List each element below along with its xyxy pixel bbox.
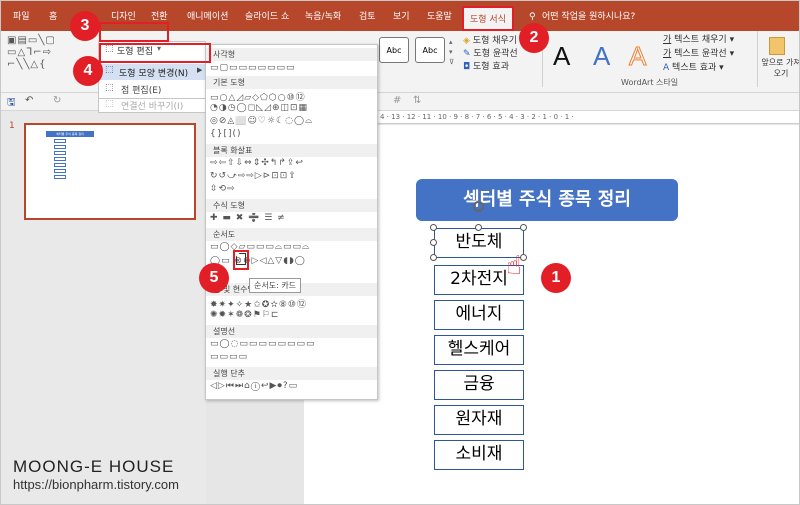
gallery-row-action-buttons[interactable]: ◁▷⏮⏭⌂ⓘ↩▶⏺?▭ xyxy=(210,381,375,391)
sector-box-materials[interactable]: 원자재 xyxy=(434,405,524,435)
sector-box-consumer[interactable]: 소비재 xyxy=(434,440,524,470)
gallery-section-block-arrows: 블록 화살표 xyxy=(206,144,377,157)
gallery-row-basic-1[interactable]: ▭○△◿▱◇⬠⬡○⑩⑫ xyxy=(210,90,375,103)
thumb-box xyxy=(54,151,66,155)
thumb-box xyxy=(54,175,66,179)
flowchart-card-tooltip: 순서도: 카드 xyxy=(249,278,302,293)
gallery-section-rectangles: 사각형 xyxy=(206,48,377,61)
gallery-row-arrows-1[interactable]: ⇨⇦⇧⇩⇔⇕✣↰↱⇪↩ xyxy=(210,158,375,168)
resize-handle[interactable] xyxy=(430,254,437,261)
slide-thumbnail-pane: 1 섹터별 주식 종목 정리 xyxy=(1,111,206,504)
tab-view[interactable]: 보기 xyxy=(393,9,410,25)
sector-box-finance[interactable]: 금융 xyxy=(434,370,524,400)
thumb-title: 섹터별 주식 종목 정리 xyxy=(46,131,94,137)
redo-icon[interactable]: ↻ xyxy=(53,95,61,106)
powerpoint-window: 파일 홈 디자인 전환 애니메이션 슬라이드 쇼 녹음/녹화 검토 보기 도움말… xyxy=(0,0,800,505)
tab-shape-format[interactable]: 도형 서식 xyxy=(462,6,514,31)
toolbar-more-icon[interactable]: # xyxy=(393,95,401,106)
resize-handle[interactable] xyxy=(430,224,437,231)
resize-handle[interactable] xyxy=(475,224,482,231)
shape-gallery-dropdown: 사각형 ▭▢▭▭▭▭▭▭▭ 기본 도형 ▭○△◿▱◇⬠⬡○⑩⑫ ◔◑◷◯◻◺◿⊕… xyxy=(205,44,378,400)
tab-slideshow[interactable]: 슬라이드 쇼 xyxy=(245,9,289,25)
reroute-icon: ⬚ xyxy=(105,99,114,109)
watermark-name: MOONG-E HOUSE xyxy=(13,457,175,476)
watermark: MOONG-E HOUSE https://bionpharm.tistory.… xyxy=(13,457,179,492)
slide-thumbnail-1[interactable]: 섹터별 주식 종목 정리 xyxy=(24,123,196,220)
thumb-box xyxy=(54,139,66,143)
change-shape-label: 도형 모양 변경(N) xyxy=(119,69,189,79)
thumb-box xyxy=(54,163,66,167)
thumb-box xyxy=(54,169,66,173)
submenu-arrow-icon: ▶ xyxy=(197,66,203,74)
gallery-section-basic: 기본 도형 xyxy=(206,76,377,89)
gallery-row-callouts-2[interactable]: ▭▭▭▭ xyxy=(210,352,375,362)
gallery-section-flowchart: 순서도 xyxy=(206,228,377,241)
tab-file[interactable]: 파일 xyxy=(13,9,30,25)
gallery-row-stars-1[interactable]: ✸✷✦✧★✩✪✫⑧⑩⑫ xyxy=(210,297,375,310)
tab-review[interactable]: 검토 xyxy=(359,9,376,25)
gallery-section-action-buttons: 실행 단추 xyxy=(206,367,377,380)
step-badge-3: 3 xyxy=(70,11,100,41)
edit-points-label: 점 편집(E) xyxy=(121,86,162,96)
gallery-row-arrows-2[interactable]: ↻↺⤻⇨⇨▷⊳⊡⊡⇧ xyxy=(210,171,375,181)
ribbon-divider-2 xyxy=(757,31,758,87)
watermark-url: https://bionpharm.tistory.com xyxy=(13,477,179,492)
toolbar-customize-icon[interactable]: ⇅ xyxy=(413,95,421,106)
wordart-style-blue[interactable]: A xyxy=(593,41,610,72)
resize-handle[interactable] xyxy=(430,239,437,246)
step-badge-5: 5 xyxy=(199,263,229,293)
hand-cursor-icon: ☝ xyxy=(506,251,522,281)
slide-title-box[interactable]: 섹터별 주식 종목 정리 xyxy=(416,179,678,221)
tell-me-input[interactable]: 어떤 작업을 원하시나요? xyxy=(542,9,635,25)
undo-icon[interactable]: ↶ xyxy=(25,95,33,106)
reroute-label: 연결선 바꾸기(I) xyxy=(121,102,184,112)
text-outline-button[interactable]: 가 텍스트 윤곽선 ▾ xyxy=(663,47,734,61)
thumb-box xyxy=(54,157,66,161)
slide-number: 1 xyxy=(9,121,15,131)
highlight-change-shape xyxy=(99,43,211,63)
shape-style-scroll[interactable]: ▴ ▾ ⊽ xyxy=(449,37,457,67)
highlight-edit-shape xyxy=(99,22,169,42)
tab-record[interactable]: 녹음/녹화 xyxy=(305,9,341,25)
gallery-row-basic-4[interactable]: {}[]() xyxy=(210,129,375,139)
tab-help[interactable]: 도움말 xyxy=(427,9,452,25)
change-shape-icon: ⬚ xyxy=(105,65,114,75)
gallery-row-equation[interactable]: ✚ ▬ ✖ ➗ ☰ ≠ xyxy=(210,213,375,223)
save-icon[interactable]: 🖫 xyxy=(7,95,16,112)
gallery-row-arrows-3[interactable]: ⇳⟲⇨ xyxy=(210,184,375,194)
sector-box-healthcare[interactable]: 헬스케어 xyxy=(434,335,524,365)
edit-points-item[interactable]: ⬚ 점 편집(E) xyxy=(99,82,205,96)
bring-forward-icon[interactable] xyxy=(769,37,785,55)
edit-points-icon: ⬚ xyxy=(105,83,114,93)
bring-forward-label[interactable]: 앞으로 가져오기 xyxy=(761,57,799,79)
shape-style-preset-1[interactable]: Abc xyxy=(379,37,409,63)
step-badge-4: 4 xyxy=(73,56,103,86)
resize-handle[interactable] xyxy=(520,224,527,231)
text-effects-button[interactable]: A 텍스트 효과 ▾ xyxy=(663,61,724,75)
shape-effects-button[interactable]: ◘ 도형 효과 xyxy=(463,59,509,75)
step-badge-2: 2 xyxy=(519,23,549,53)
wordart-group-label: WordArt 스타일 xyxy=(621,78,679,87)
gallery-row-rectangles[interactable]: ▭▢▭▭▭▭▭▭▭ xyxy=(210,63,375,73)
tab-home[interactable]: 홈 xyxy=(49,9,57,25)
gallery-section-equation: 수식 도형 xyxy=(206,199,377,212)
tab-animations[interactable]: 애니메이션 xyxy=(187,9,228,25)
text-fill-button[interactable]: 가 텍스트 채우기 ▾ xyxy=(663,33,734,47)
gallery-section-callouts: 설명선 xyxy=(206,325,377,338)
reroute-connectors-item[interactable]: ⬚ 연결선 바꾸기(I) xyxy=(98,99,206,113)
shape-style-preset-2[interactable]: Abc xyxy=(415,37,445,63)
sector-box-energy[interactable]: 에너지 xyxy=(434,300,524,330)
horizontal-ruler: 4 · 13 · 12 · 11 · 10 · 9 · 8 · 7 · 6 · … xyxy=(304,111,799,124)
thumb-box xyxy=(54,145,66,149)
rotate-handle[interactable] xyxy=(473,201,484,212)
gallery-row-stars-2[interactable]: ✺✹✶❁❂⚑⚐⊏ xyxy=(210,310,375,320)
gallery-row-callouts-1[interactable]: ▭◯◌▭▭▭▭▭▭▭▭ xyxy=(210,339,375,349)
wordart-style-black[interactable]: A xyxy=(553,41,570,72)
wordart-style-orange-outline[interactable]: A xyxy=(628,41,646,72)
gallery-row-basic-3[interactable]: ◎⊘◬⬜☺♡☼☾◌◯⌓ xyxy=(210,116,375,126)
gallery-row-basic-2[interactable]: ◔◑◷◯◻◺◿⊕◫⊡▦ xyxy=(210,103,375,113)
change-shape-item[interactable]: ⬚ 도형 모양 변경(N) ▶ xyxy=(99,64,205,80)
step-badge-1: 1 xyxy=(541,263,571,293)
